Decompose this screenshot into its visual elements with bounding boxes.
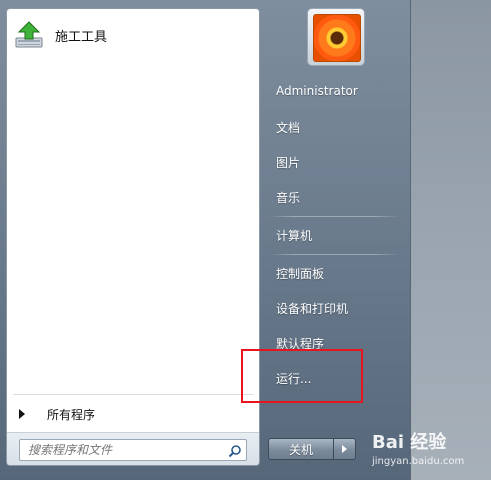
program-item-install-tool[interactable]: 施工工具 [13,15,253,55]
divider [13,394,253,395]
triangle-right-icon [19,409,25,419]
shutdown-button[interactable]: 关机 [268,438,334,460]
shutdown-control: 关机 [268,438,356,460]
watermark-url: jingyan.baidu.com [372,456,465,467]
highlight-box [241,349,363,403]
menu-item-documents[interactable]: 文档 [276,119,300,136]
menu-item-pictures[interactable]: 图片 [276,154,300,171]
user-avatar[interactable] [307,8,365,66]
all-programs-label: 所有程序 [47,407,96,422]
search-box [19,439,247,461]
search-input[interactable] [20,440,236,460]
all-programs-button[interactable]: 所有程序 [7,401,259,427]
install-tool-icon [13,18,47,52]
menu-item-control-panel[interactable]: 控制面板 [276,265,324,282]
shutdown-options-button[interactable] [334,438,356,460]
programs-panel: 施工工具 所有程序 [6,8,260,466]
menu-item-computer[interactable]: 计算机 [276,227,312,244]
program-item-label: 施工工具 [55,29,108,45]
baidu-watermark: Bai 经验 jingyan.baidu.com [368,428,488,476]
menu-item-administrator[interactable]: Administrator [276,84,358,98]
search-area [7,432,259,465]
start-menu: 施工工具 所有程序 Administrator 文档 图片 音乐 计算机 [0,0,411,480]
flower-avatar-icon [313,14,361,62]
watermark-logo: Bai 经验 [372,432,447,453]
divider [268,254,400,255]
menu-item-devices-printers[interactable]: 设备和打印机 [276,300,348,317]
search-icon[interactable] [228,443,242,458]
desktop-background [411,0,491,480]
triangle-right-icon [342,445,347,453]
menu-item-music[interactable]: 音乐 [276,189,300,206]
divider [268,216,400,217]
